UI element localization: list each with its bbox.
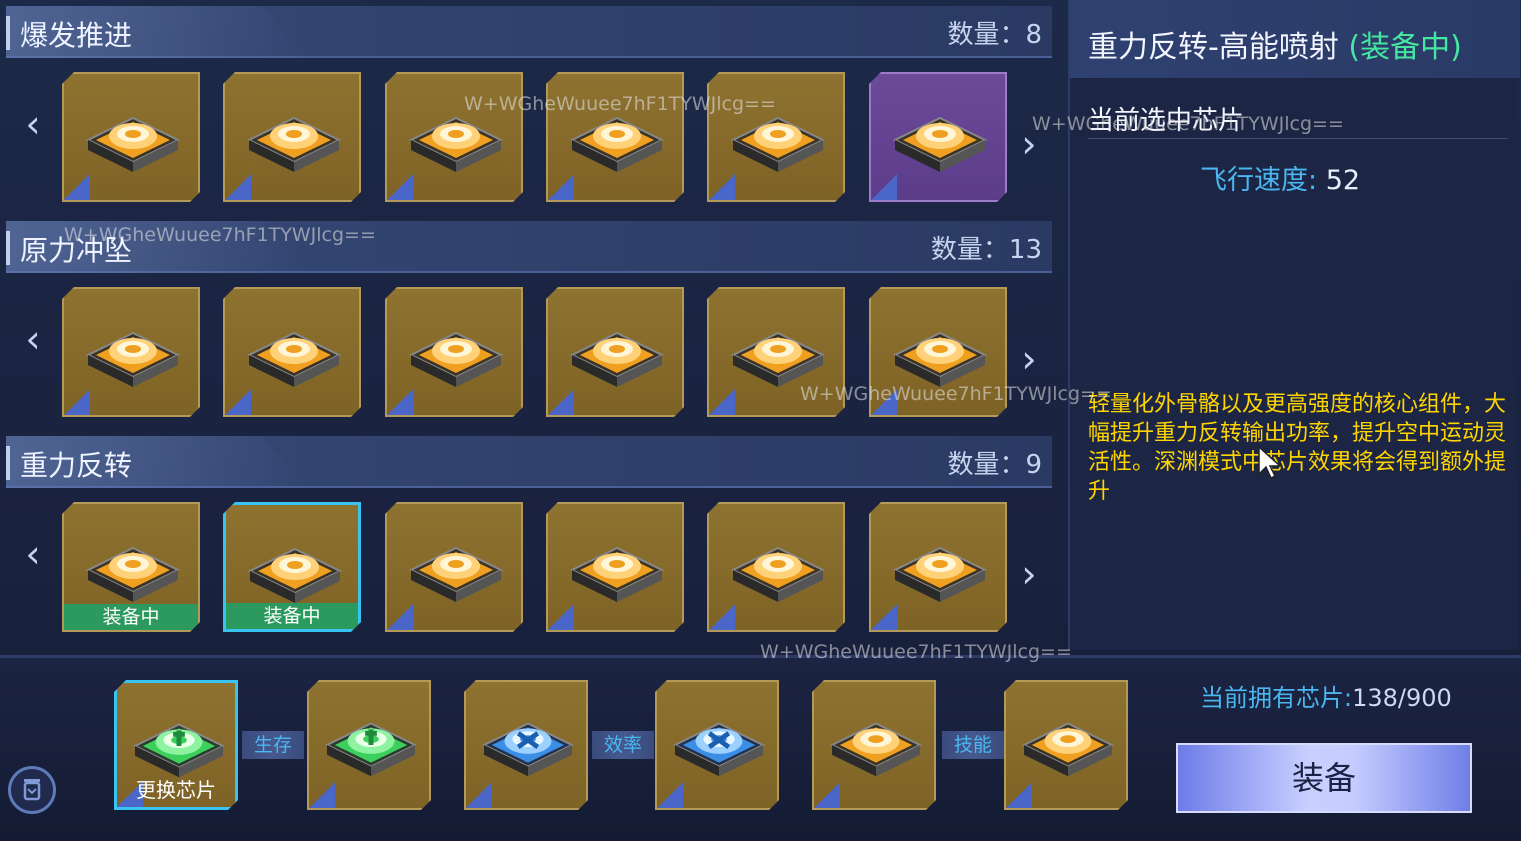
gold-chip-icon: [1014, 702, 1122, 790]
mouse-cursor-icon: [1258, 446, 1282, 480]
section-title: 爆发推进: [20, 19, 133, 52]
section-count: 数量：8: [947, 20, 1042, 50]
chip-card[interactable]: [62, 72, 200, 202]
chip-card[interactable]: [707, 502, 845, 632]
green-cross-chip-icon: [317, 702, 425, 790]
section-count: 数量：13: [930, 235, 1042, 265]
section-accent-bar: [6, 446, 10, 480]
chip-card[interactable]: [385, 72, 523, 202]
chip-card[interactable]: 装备中: [223, 502, 361, 632]
loadout-slot[interactable]: [464, 680, 588, 810]
chip-icon: [239, 311, 349, 401]
chip-icon: [723, 526, 833, 616]
scroll-left-arrow-icon[interactable]: ‹: [18, 317, 48, 361]
chip-card[interactable]: [869, 502, 1007, 632]
chip-equipment-screen: 爆发推进 数量：8 ‹ › 原力冲坠 数量：13 ‹ › 重力反转 数量：9 ‹…: [0, 0, 1521, 841]
loadout-slot[interactable]: [655, 680, 779, 810]
chip-card[interactable]: [223, 72, 361, 202]
chip-card[interactable]: [546, 502, 684, 632]
chip-icon: [239, 96, 349, 186]
section-title: 重力反转: [20, 449, 133, 482]
loadout-slot[interactable]: [307, 680, 431, 810]
chip-card[interactable]: [546, 287, 684, 417]
blue-x-chip-icon: [474, 702, 582, 790]
equipped-badge: 装备中: [226, 603, 358, 629]
chip-icon: [562, 311, 672, 401]
section-count: 数量：9: [947, 450, 1042, 480]
divider: [1088, 138, 1508, 139]
chip-card[interactable]: [385, 502, 523, 632]
chip-card[interactable]: [869, 72, 1007, 202]
chip-card[interactable]: [62, 287, 200, 417]
chip-description: 轻量化外骨骼以及更高强度的核心组件，大幅提升重力反转输出功率，提升空中运动灵活性…: [1088, 392, 1507, 504]
loadout-slot[interactable]: [1004, 680, 1128, 810]
loadout-bar: 更换芯片 生存 效率 技能 当前拥有芯片:138/900 装备: [0, 655, 1521, 841]
chip-icon: [78, 96, 188, 186]
section-accent-bar: [6, 16, 10, 50]
equip-button[interactable]: 装备: [1176, 743, 1472, 813]
section-accent-bar: [6, 231, 10, 265]
slot-group-connector: 效率: [592, 731, 654, 759]
loadout-slot[interactable]: 更换芯片: [114, 680, 238, 810]
scroll-right-arrow-icon[interactable]: ›: [1014, 337, 1044, 381]
detail-title: 重力反转-高能喷射 (装备中): [1088, 30, 1462, 65]
chip-card[interactable]: [223, 287, 361, 417]
section-header: 重力反转 数量：9: [6, 436, 1052, 488]
equip-status: (装备中): [1348, 30, 1462, 65]
scroll-left-arrow-icon[interactable]: ‹: [18, 532, 48, 576]
watermark-text: W+WGheWuuee7hF1TYWJlcg==: [464, 93, 776, 115]
scroll-right-arrow-icon[interactable]: ›: [1014, 552, 1044, 596]
chip-icon: [885, 526, 995, 616]
detail-header: 重力反转-高能喷射 (装备中): [1070, 0, 1520, 78]
blue-x-chip-icon: [665, 702, 773, 790]
chip-icon: [562, 526, 672, 616]
equipped-badge: 装备中: [64, 604, 198, 630]
gold-chip-icon: [822, 702, 930, 790]
chip-card[interactable]: [385, 287, 523, 417]
scroll-left-arrow-icon[interactable]: ‹: [18, 102, 48, 146]
slot-group-connector: 生存: [242, 731, 304, 759]
chip-card[interactable]: [707, 72, 845, 202]
section-gravity-reverse: 重力反转 数量：9 ‹ › 装备中 装备中: [0, 430, 1060, 645]
stat-value: 52: [1325, 165, 1361, 196]
slot-group-connector: 技能: [942, 731, 1004, 759]
chip-detail-panel: 重力反转-高能喷射 (装备中) 当前选中芯片 飞行速度: 52 轻量化外骨骼以及…: [1068, 0, 1520, 650]
chip-icon: [885, 96, 995, 186]
watermark-text: W+WGheWuuee7hF1TYWJlcg==: [800, 383, 1112, 405]
chip-card[interactable]: [546, 72, 684, 202]
section-title: 原力冲坠: [20, 234, 133, 267]
chip-icon: [78, 526, 188, 616]
owned-chips: 当前拥有芯片:138/900: [1200, 684, 1452, 712]
watermark-text: W+WGheWuuee7hF1TYWJlcg==: [760, 641, 1072, 663]
trash-icon[interactable]: [8, 766, 56, 814]
stat-label: 飞行速度:: [1200, 165, 1318, 196]
chip-icon: [401, 311, 511, 401]
replace-chip-label: 更换芯片: [136, 778, 216, 802]
section-header: 爆发推进 数量：8: [6, 6, 1052, 58]
stat-flight-speed: 飞行速度: 52: [1200, 158, 1360, 197]
chip-icon: [78, 311, 188, 401]
loadout-slot[interactable]: [812, 680, 936, 810]
watermark-text: W+WGheWuuee7hF1TYWJlcg==: [1032, 113, 1344, 135]
chip-card[interactable]: 装备中: [62, 502, 200, 632]
chip-icon: [401, 526, 511, 616]
